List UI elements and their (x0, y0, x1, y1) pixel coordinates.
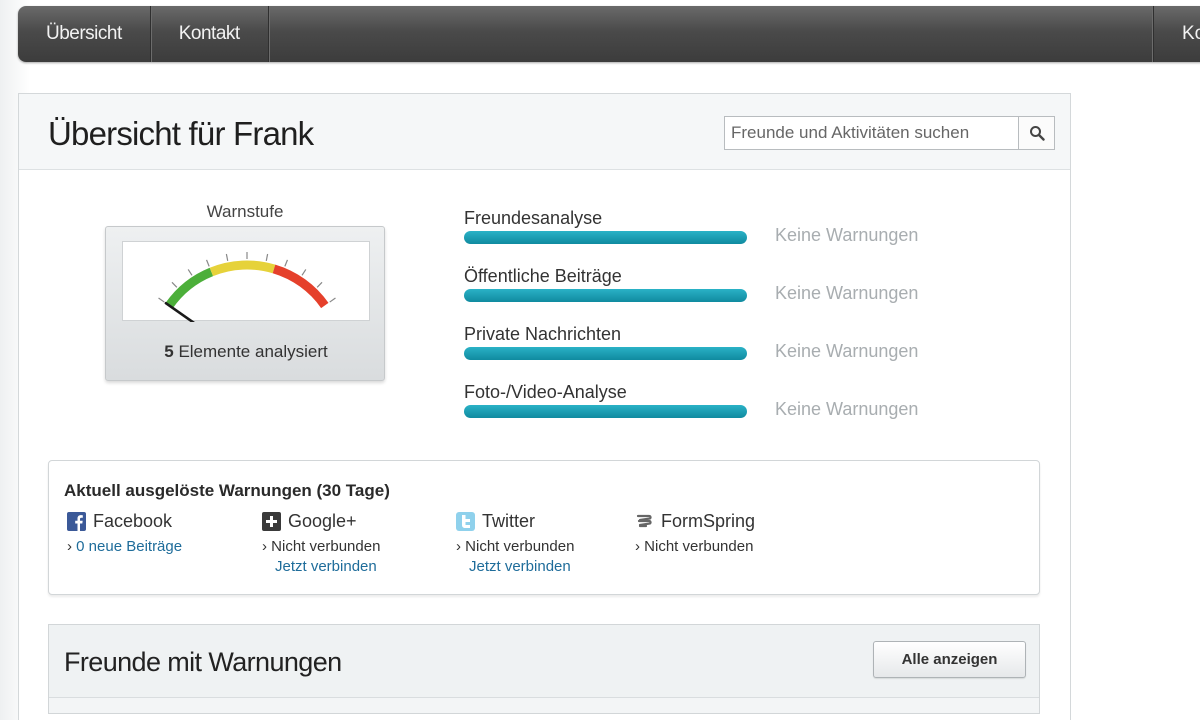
gauge-tick (187, 269, 193, 276)
nav-item-uebersicht[interactable]: Übersicht (18, 6, 151, 62)
search-box (724, 116, 1055, 150)
category-bar (464, 289, 747, 302)
search-input[interactable] (725, 117, 1018, 149)
network-name: Twitter (482, 511, 536, 531)
network-twitter: Twitter › Nicht verbunden Jetzt verbinde… (456, 511, 574, 575)
recent-warnings-title: Aktuell ausgelöste Warnungen (30 Tage) (64, 481, 390, 500)
gauge-tick (301, 269, 307, 276)
category-label: Freundesanalyse (464, 208, 603, 228)
category-bar (464, 231, 747, 244)
twitter-icon (456, 512, 475, 531)
connection-status: Nicht verbunden (644, 538, 754, 555)
new-posts-link[interactable]: 0 neue Beiträge (76, 538, 182, 555)
gauge-dial-icon (158, 252, 336, 322)
gauge-title: Warnstufe (206, 202, 284, 221)
category-friends-analysis: Freundesanalyse Keine Warnungen (464, 208, 984, 248)
gauge-tick (329, 297, 336, 303)
network-status: › Nicht verbunden (262, 538, 381, 555)
search-button[interactable] (1018, 117, 1054, 149)
category-public-posts: Öffentliche Beiträge Keine Warnungen (464, 266, 984, 306)
category-status: Keine Warnungen (775, 399, 919, 419)
category-label: Private Nachrichten (464, 324, 622, 344)
network-name: Google+ (288, 511, 357, 531)
category-photo-video-analysis: Foto-/Video-Analyse Keine Warnungen (464, 382, 984, 422)
network-formspring: FormSpring › Nicht verbunden (635, 511, 755, 555)
gauge-tick (284, 259, 289, 267)
connect-now-link[interactable]: Jetzt verbinden (275, 558, 380, 575)
category-private-messages: Private Nachrichten Keine Warnungen (464, 324, 984, 364)
panel-header: Übersicht für Frank (19, 94, 1070, 170)
page: Übersicht Kontakt Ko Übersicht für Frank… (0, 0, 1200, 720)
network-status: › Nicht verbunden (635, 538, 754, 555)
network-facebook: Facebook › 0 neue Beiträge (67, 511, 182, 555)
category-label: Foto-/Video-Analyse (464, 382, 627, 402)
friends-with-warnings-section: Freunde mit Warnungen Alle anzeigen (48, 624, 1040, 714)
warning-gauge: 5 Elemente analysiert (105, 226, 385, 381)
connect-now-link[interactable]: Jetzt verbinden (469, 558, 574, 575)
recent-warnings-box: Aktuell ausgelöste Warnungen (30 Tage) F… (48, 460, 1040, 595)
category-status: Keine Warnungen (775, 225, 919, 245)
gauge-tick (225, 253, 229, 261)
network-status: › Nicht verbunden (456, 538, 575, 555)
nav-item-right[interactable]: Ko (1153, 6, 1200, 62)
category-status: Keine Warnungen (775, 283, 919, 303)
google-plus-icon (262, 512, 281, 531)
gauge-tick (158, 297, 165, 303)
show-all-button[interactable]: Alle anzeigen (873, 641, 1026, 678)
friends-title: Freunde mit Warnungen (64, 647, 342, 677)
top-navigation: Übersicht Kontakt Ko (18, 6, 1200, 62)
connection-status: Nicht verbunden (465, 538, 575, 555)
gauge-tick (265, 253, 269, 261)
search-icon (1029, 126, 1045, 141)
overview-panel: Übersicht für Frank Warnstufe (18, 93, 1071, 720)
page-title: Übersicht für Frank (48, 115, 314, 152)
facebook-icon (67, 512, 86, 531)
category-label: Öffentliche Beiträge (464, 266, 622, 286)
connection-status: Nicht verbunden (271, 538, 381, 555)
category-status: Keine Warnungen (775, 341, 919, 361)
gauge-tick (316, 281, 323, 288)
network-google-plus: Google+ › Nicht verbunden Jetzt verbinde… (262, 511, 380, 575)
analyzed-count: 5 (164, 342, 174, 361)
network-name: FormSpring (661, 511, 756, 531)
category-bar (464, 405, 747, 418)
network-status: › 0 neue Beiträge (67, 538, 183, 555)
friends-header: Freunde mit Warnungen Alle anzeigen (49, 625, 1039, 698)
gauge-face (122, 241, 370, 322)
gauge-caption: 5 Elemente analysiert (106, 342, 386, 362)
category-bar (464, 347, 747, 360)
formspring-icon (636, 514, 652, 528)
gauge-tick (205, 259, 210, 267)
network-name: Facebook (93, 511, 173, 531)
gauge-tick (171, 281, 178, 288)
analyzed-label: Elemente analysiert (173, 342, 328, 361)
nav-item-kontakt[interactable]: Kontakt (151, 6, 269, 62)
